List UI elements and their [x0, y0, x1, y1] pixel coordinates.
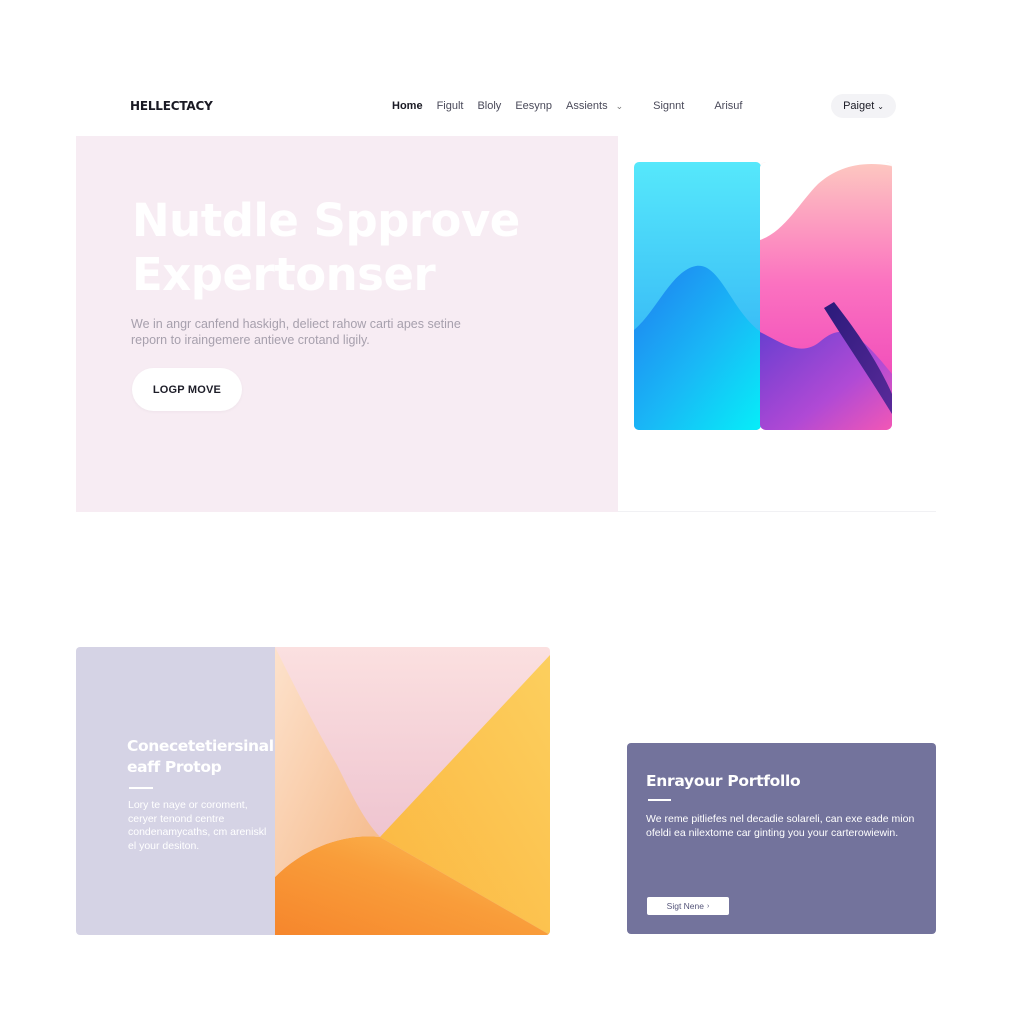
- portfolio-card-divider: [648, 799, 671, 801]
- nav-link-assients-label: Assients: [566, 100, 608, 112]
- hero-gradient-illustration: [634, 162, 892, 430]
- chevron-down-icon: ⌄: [615, 101, 624, 111]
- nav-link-home[interactable]: Home: [392, 100, 423, 112]
- top-navigation: HELLECTACY Home Figult Bloly Eesynp Assi…: [130, 92, 896, 120]
- nav-cta-button[interactable]: Paiget ⌄: [831, 94, 896, 118]
- nav-link-bloly[interactable]: Bloly: [477, 100, 501, 112]
- portfolio-card-description: We reme pitliefes nel decadie solareli, …: [646, 813, 915, 839]
- feature-card-description: Lory te naye or coroment, ceryer tenond …: [128, 799, 267, 852]
- nav-link-assients[interactable]: Assients ⌄: [566, 100, 623, 112]
- portfolio-card: Enrayour Portfollo We reme pitliefes nel…: [627, 743, 936, 934]
- feature-card-profile: Conecetetiersinal eaff Protop Lory te na…: [76, 647, 550, 935]
- hero-cta-button[interactable]: LOGP MOVE: [132, 368, 242, 411]
- nav-link-arisuf[interactable]: Arisuf: [714, 100, 742, 112]
- nav-links: Home Figult Bloly Eesynp Assients ⌄ Signn…: [392, 100, 756, 112]
- portfolio-card-button[interactable]: Sigt Nene ›: [647, 897, 729, 915]
- feature-card-text-panel: Conecetetiersinal eaff Protop Lory te na…: [76, 647, 275, 935]
- hero-title-line-2: Expertonser: [132, 248, 436, 301]
- hero-description: We in angr canfend haskigh, deliect raho…: [131, 317, 461, 347]
- feature-card-title: Conecetetiersinal eaff Protop: [127, 737, 274, 776]
- folded-paper-illustration: [275, 647, 550, 935]
- hero-section: Nutdle Spprove Expertonser We in angr ca…: [76, 136, 618, 512]
- portfolio-card-button-label: Sigt Nene: [666, 901, 704, 911]
- chevron-down-icon: ⌄: [877, 102, 884, 111]
- chevron-right-icon: ›: [707, 902, 710, 910]
- nav-link-eesynp[interactable]: Eesynp: [515, 100, 552, 112]
- nav-cta-label: Paiget: [843, 100, 875, 112]
- hero-title-line-1: Nutdle Spprove: [132, 194, 520, 247]
- hero-title: Nutdle Spprove Expertonser: [132, 194, 602, 302]
- hero-divider: [618, 511, 936, 512]
- brand-logo[interactable]: HELLECTACY: [130, 99, 392, 113]
- portfolio-card-title: Enrayour Portfollo: [646, 772, 801, 790]
- nav-link-signnt[interactable]: Signnt: [653, 100, 684, 112]
- feature-card-divider: [129, 787, 153, 789]
- nav-link-figult[interactable]: Figult: [437, 100, 464, 112]
